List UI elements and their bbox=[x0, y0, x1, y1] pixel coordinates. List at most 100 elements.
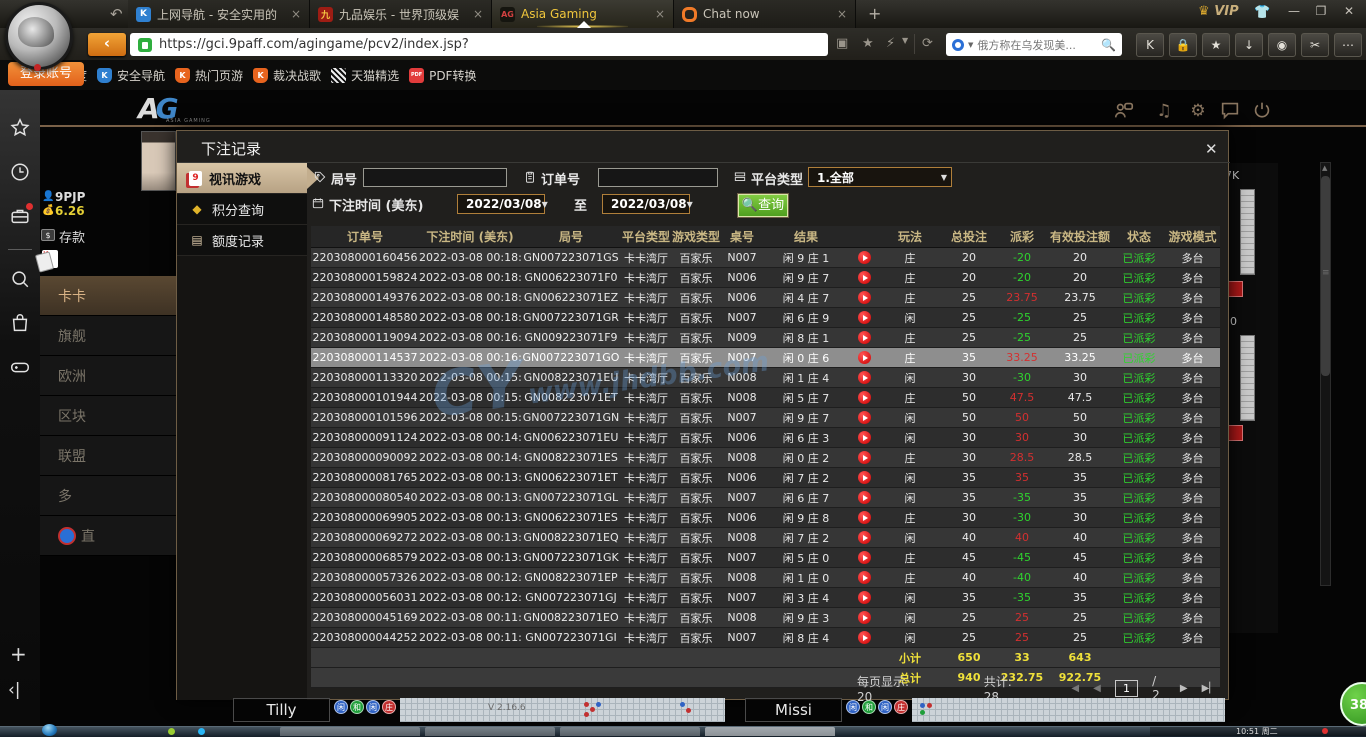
gear-icon[interactable]: ⚙ bbox=[1186, 99, 1210, 123]
table-row[interactable]: 2203080000911242022-03-08 00:14:32GN0062… bbox=[311, 428, 1220, 448]
chevron-down-icon[interactable]: ▼ bbox=[968, 41, 973, 49]
lobby-menu-item[interactable]: 直 bbox=[40, 516, 176, 556]
toolbar-button[interactable]: K bbox=[1136, 33, 1164, 57]
play-icon[interactable] bbox=[858, 331, 871, 344]
play-icon[interactable] bbox=[858, 611, 871, 624]
bookmark-item[interactable]: K裁决战歌 bbox=[253, 67, 321, 84]
titlebar-back-icon[interactable]: ↶ bbox=[110, 5, 123, 23]
lightning-icon[interactable]: ⚡ bbox=[886, 36, 895, 51]
music-icon[interactable]: ♫ bbox=[1152, 99, 1176, 123]
refresh-icon[interactable]: ⟳ bbox=[922, 36, 933, 51]
table-row[interactable]: 2203080000900922022-03-08 00:14:29GN0082… bbox=[311, 448, 1220, 468]
prev-page-icon[interactable]: ◀ bbox=[1093, 683, 1101, 694]
query-button[interactable]: 🔍查询 bbox=[738, 194, 788, 217]
table-row[interactable]: 2203080000560312022-03-08 00:12:20GN0072… bbox=[311, 588, 1220, 608]
chat-icon[interactable] bbox=[1218, 99, 1242, 123]
date-to-select[interactable]: 2022/03/08▼ bbox=[602, 194, 690, 214]
play-icon[interactable] bbox=[858, 491, 871, 504]
deposit-label[interactable]: 存款 bbox=[59, 227, 85, 246]
lobby-menu-item[interactable]: 多 bbox=[40, 476, 176, 516]
play-icon[interactable] bbox=[858, 351, 871, 364]
toolbar-button[interactable]: ◉ bbox=[1268, 33, 1296, 57]
round-no-input[interactable] bbox=[363, 168, 507, 187]
minimize-button[interactable]: — bbox=[1283, 2, 1305, 20]
modal-menu-cards[interactable]: 9视讯游戏 bbox=[177, 163, 307, 194]
url-text[interactable]: https://gci.9paff.com/agingame/pcv2/inde… bbox=[159, 37, 469, 52]
close-window-button[interactable]: ✕ bbox=[1338, 2, 1360, 20]
lobby-menu-item[interactable]: 区块 bbox=[40, 396, 176, 436]
gamepad-icon[interactable] bbox=[9, 356, 31, 378]
bookmark-item[interactable]: 天猫精选 bbox=[331, 67, 399, 84]
table-row[interactable]: 2203080001133202022-03-08 00:15:57GN0082… bbox=[311, 368, 1220, 388]
table-row[interactable]: 2203080000699052022-03-08 00:13:12GN0062… bbox=[311, 508, 1220, 528]
vip-badge[interactable]: ♛ VIP bbox=[1198, 4, 1239, 19]
play-icon[interactable] bbox=[858, 391, 871, 404]
play-icon[interactable] bbox=[858, 551, 871, 564]
modal-menu-diamond[interactable]: ◆积分查询 bbox=[177, 194, 307, 225]
lobby-menu-item[interactable]: 卡卡 bbox=[40, 276, 176, 316]
play-icon[interactable] bbox=[858, 251, 871, 264]
tab-close-icon[interactable]: × bbox=[291, 7, 301, 21]
close-icon[interactable]: ✕ bbox=[1205, 140, 1218, 158]
platform-type-select[interactable]: 1.全部▼ bbox=[808, 167, 952, 187]
search-icon[interactable]: 🔍 bbox=[1101, 38, 1116, 52]
add-icon[interactable]: + bbox=[10, 642, 27, 666]
play-icon[interactable] bbox=[858, 511, 871, 524]
next-page-icon[interactable]: ▶ bbox=[1180, 683, 1188, 694]
table-row[interactable]: 2203080000817652022-03-08 00:13:55GN0062… bbox=[311, 468, 1220, 488]
search-text[interactable]: 俄方称在乌发现美... bbox=[977, 37, 1097, 53]
url-bar[interactable]: https://gci.9paff.com/agingame/pcv2/inde… bbox=[130, 33, 828, 56]
play-icon[interactable] bbox=[858, 311, 871, 324]
table-row[interactable]: 2203080000451692022-03-08 00:11:40GN0082… bbox=[311, 608, 1220, 628]
scroll-up-arrow[interactable]: ▲ bbox=[1322, 164, 1327, 172]
modal-menu-doc[interactable]: ▤额度记录 bbox=[177, 225, 307, 256]
support-icon[interactable] bbox=[1112, 99, 1136, 123]
last-page-icon[interactable]: ▶▏ bbox=[1202, 683, 1217, 694]
toolbar-button[interactable]: ⋯ bbox=[1334, 33, 1362, 57]
favorites-star-icon[interactable] bbox=[9, 117, 31, 139]
tab-close-icon[interactable]: × bbox=[837, 7, 847, 21]
chevron-down-icon[interactable]: ▼ bbox=[902, 36, 908, 45]
bookmark-item[interactable]: K安全导航 bbox=[97, 67, 165, 84]
bookmark-star-icon[interactable]: ★ bbox=[862, 36, 874, 51]
browser-tab[interactable]: K上网导航 - 安全实用的× bbox=[128, 0, 310, 28]
play-icon[interactable] bbox=[858, 591, 871, 604]
play-icon[interactable] bbox=[858, 471, 871, 484]
taskbar-app-button[interactable] bbox=[425, 727, 555, 736]
table-row[interactable]: 2203080001604562022-03-08 00:18:53GN0072… bbox=[311, 248, 1220, 268]
toolbar-button[interactable]: ↓ bbox=[1235, 33, 1263, 57]
search-icon[interactable] bbox=[9, 268, 31, 290]
play-icon[interactable] bbox=[858, 271, 871, 284]
browser-tab[interactable]: Chat now× bbox=[674, 0, 856, 28]
page-number-input[interactable]: 1 bbox=[1115, 680, 1138, 697]
page-scrollbar-thumb[interactable] bbox=[1321, 176, 1330, 376]
power-icon[interactable] bbox=[1250, 99, 1274, 123]
shopping-bag-icon[interactable] bbox=[9, 312, 31, 334]
table-row[interactable]: 2203080001190942022-03-08 00:16:16GN0092… bbox=[311, 328, 1220, 348]
bookmark-item[interactable]: K热门页游 bbox=[175, 67, 243, 84]
play-icon[interactable] bbox=[858, 571, 871, 584]
taskbar-app-icon[interactable] bbox=[168, 728, 175, 735]
play-icon[interactable] bbox=[858, 371, 871, 384]
date-from-select[interactable]: 2022/03/08▼ bbox=[457, 194, 545, 214]
skin-theme-icon[interactable]: 👕 bbox=[1254, 5, 1270, 20]
table-row[interactable]: 2203080001598242022-03-08 00:18:51GN0062… bbox=[311, 268, 1220, 288]
toolbar-button[interactable]: ★ bbox=[1202, 33, 1230, 57]
taskbar-app-button-active[interactable] bbox=[705, 727, 835, 736]
taskbar-app-button[interactable] bbox=[280, 727, 420, 736]
play-icon[interactable] bbox=[858, 291, 871, 304]
table-row[interactable]: 2203080000442522022-03-08 00:11:37GN0072… bbox=[311, 628, 1220, 648]
table-row[interactable]: 2203080000573262022-03-08 00:12:24GN0082… bbox=[311, 568, 1220, 588]
table-row[interactable]: 2203080001485802022-03-08 00:18:09GN0072… bbox=[311, 308, 1220, 328]
collapse-panel-icon[interactable]: ‹| bbox=[8, 680, 21, 700]
toolbar-button[interactable]: ✂ bbox=[1301, 33, 1329, 57]
lobby-menu-item[interactable]: 旗舰 bbox=[40, 316, 176, 356]
lobby-menu-item[interactable]: 欧洲 bbox=[40, 356, 176, 396]
tab-close-icon[interactable]: × bbox=[655, 7, 665, 21]
table-row[interactable]: 2203080000692722022-03-08 00:13:09GN0082… bbox=[311, 528, 1220, 548]
start-button[interactable] bbox=[42, 724, 57, 736]
browser-tab[interactable]: 九九品娱乐 - 世界顶级娱× bbox=[310, 0, 492, 28]
toolbar-button[interactable]: 🔒 bbox=[1169, 33, 1197, 57]
search-box[interactable]: ▼ 俄方称在乌发现美... 🔍 bbox=[946, 33, 1122, 56]
back-button[interactable]: ‹ bbox=[88, 33, 126, 56]
